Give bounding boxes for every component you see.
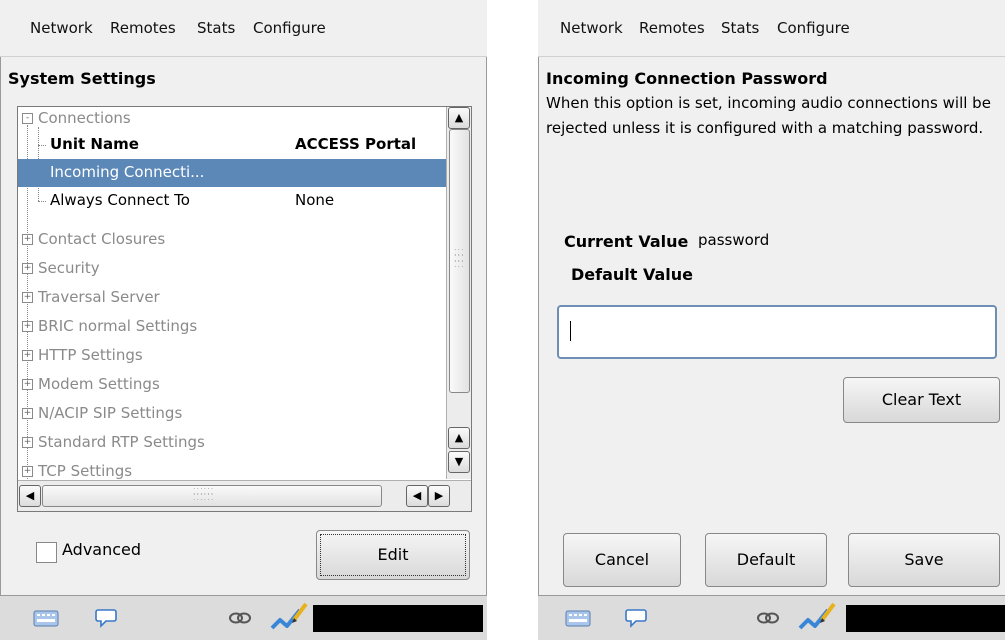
tree-item-label: Incoming Connecti... — [50, 163, 205, 181]
menu-configure[interactable]: Configure — [777, 19, 850, 37]
setting-detail-panel: Network Remotes Stats Configure Incoming… — [538, 0, 1005, 640]
tree-item-standard-rtp-settings[interactable]: + Standard RTP Settings — [18, 429, 447, 457]
scroll-down-icon[interactable]: ▼ — [448, 451, 470, 473]
default-value-label: Default Value — [571, 265, 694, 284]
expand-icon[interactable]: + — [22, 437, 33, 448]
tree-item-label: Standard RTP Settings — [38, 433, 205, 451]
link-icon[interactable] — [228, 610, 252, 626]
menu-network[interactable]: Network — [560, 19, 623, 37]
advanced-label: Advanced — [62, 540, 142, 559]
vertical-scrollbar[interactable]: ▲ ⁚⁚⁚ ⁚⁚⁚ ⁚⁚⁚ ▲ ▼ — [446, 107, 471, 479]
expand-icon[interactable]: + — [22, 292, 33, 303]
clear-text-button[interactable]: Clear Text — [843, 377, 1000, 423]
system-settings-panel: Network Remotes Stats Configure System S… — [0, 0, 487, 640]
vertical-scroll-thumb[interactable]: ⁚⁚⁚ ⁚⁚⁚ ⁚⁚⁚ — [449, 129, 470, 393]
menu-bar: Network Remotes Stats Configure — [0, 0, 487, 57]
expand-icon[interactable]: + — [22, 321, 33, 332]
expand-icon[interactable]: + — [22, 263, 33, 274]
tree-item-label: HTTP Settings — [38, 346, 143, 364]
tree-item-label: N/ACIP SIP Settings — [38, 404, 183, 422]
tree-item-label: Modem Settings — [38, 375, 160, 393]
tree-item-always-connect-to[interactable]: Always Connect To None — [18, 187, 447, 215]
expand-icon[interactable]: + — [22, 379, 33, 390]
signal-pen-icon[interactable] — [798, 600, 838, 632]
status-display — [846, 605, 1005, 632]
default-button[interactable]: Default — [705, 533, 827, 587]
tree-item-label: BRIC normal Settings — [38, 317, 198, 335]
tree-item-label: TCP Settings — [38, 462, 133, 480]
tree-item-unit-name[interactable]: Unit Name ACCESS Portal — [18, 131, 447, 159]
tree-item-contact-closures[interactable]: + Contact Closures — [18, 226, 447, 254]
keyboard-icon[interactable] — [565, 608, 591, 628]
expand-icon[interactable]: + — [22, 350, 33, 361]
tree-item-http-settings[interactable]: + HTTP Settings — [18, 342, 447, 370]
chat-bubble-icon[interactable] — [95, 606, 119, 630]
menu-remotes[interactable]: Remotes — [110, 19, 176, 37]
menu-remotes[interactable]: Remotes — [639, 19, 705, 37]
scroll-left-icon[interactable]: ◀ — [19, 485, 41, 507]
current-value: password — [698, 231, 770, 249]
tree-item-label: Contact Closures — [38, 230, 166, 248]
expand-icon[interactable]: + — [22, 408, 33, 419]
text-caret — [570, 321, 571, 341]
scroll-up-icon[interactable]: ▲ — [448, 107, 470, 129]
setting-description: When this option is set, incoming audio … — [546, 94, 991, 137]
chat-bubble-icon[interactable] — [625, 606, 649, 630]
tree-item-label: Always Connect To — [50, 191, 190, 209]
menu-configure[interactable]: Configure — [253, 19, 326, 37]
tree-item-label: Traversal Server — [38, 288, 160, 306]
status-display — [313, 605, 483, 632]
keyboard-icon[interactable] — [33, 608, 59, 628]
menu-network[interactable]: Network — [30, 19, 93, 37]
tree-item-label: Unit Name — [50, 135, 139, 153]
link-icon[interactable] — [756, 610, 780, 626]
scroll-left-icon[interactable]: ◀ — [406, 485, 428, 507]
tree-item-security[interactable]: + Security — [18, 255, 447, 283]
signal-pen-icon[interactable] — [270, 600, 310, 632]
setting-title: Incoming Connection Password — [546, 69, 828, 88]
menu-bar: Network Remotes Stats Configure — [538, 0, 1005, 57]
tree-item-label: Connections — [38, 109, 131, 127]
advanced-checkbox[interactable] — [36, 542, 57, 563]
settings-tree[interactable]: - Connections Unit Name ACCESS Portal In… — [17, 106, 472, 512]
tree-item-label: Security — [38, 259, 100, 277]
menu-stats[interactable]: Stats — [197, 19, 235, 37]
save-button[interactable]: Save — [848, 533, 1000, 587]
tree-item-incoming-connection[interactable]: Incoming Connecti... — [18, 159, 447, 187]
tree-item-connections[interactable]: - Connections — [18, 107, 447, 133]
tree-item-modem-settings[interactable]: + Modem Settings — [18, 371, 447, 399]
tree-item-nacip-sip-settings[interactable]: + N/ACIP SIP Settings — [18, 400, 447, 428]
grip-icon: ⁚⁚⁚⁚⁚⁚ ⁚⁚⁚⁚⁚⁚ — [193, 487, 215, 502]
tree-item-bric-normal-settings[interactable]: + BRIC normal Settings — [18, 313, 447, 341]
edit-button[interactable]: Edit — [316, 530, 470, 580]
expand-icon[interactable]: + — [22, 234, 33, 245]
page-title: System Settings — [8, 69, 156, 88]
scroll-right-icon[interactable]: ▶ — [428, 485, 450, 507]
expand-icon[interactable]: + — [22, 466, 33, 477]
tree-item-value: None — [295, 191, 335, 209]
menu-stats[interactable]: Stats — [721, 19, 759, 37]
grip-icon: ⁚⁚⁚ ⁚⁚⁚ ⁚⁚⁚ — [454, 248, 465, 269]
tree-item-traversal-server[interactable]: + Traversal Server — [18, 284, 447, 312]
cancel-button[interactable]: Cancel — [563, 533, 681, 587]
collapse-icon[interactable]: - — [22, 113, 33, 124]
current-value-label: Current Value — [564, 232, 689, 251]
password-input[interactable] — [557, 305, 997, 359]
horizontal-scroll-thumb[interactable]: ⁚⁚⁚⁚⁚⁚ ⁚⁚⁚⁚⁚⁚ — [42, 485, 382, 507]
scroll-up-icon[interactable]: ▲ — [448, 427, 470, 449]
horizontal-scrollbar[interactable]: ◀ ⁚⁚⁚⁚⁚⁚ ⁚⁚⁚⁚⁚⁚ ◀ ▶ — [18, 480, 471, 511]
tree-item-value: ACCESS Portal — [295, 135, 417, 153]
